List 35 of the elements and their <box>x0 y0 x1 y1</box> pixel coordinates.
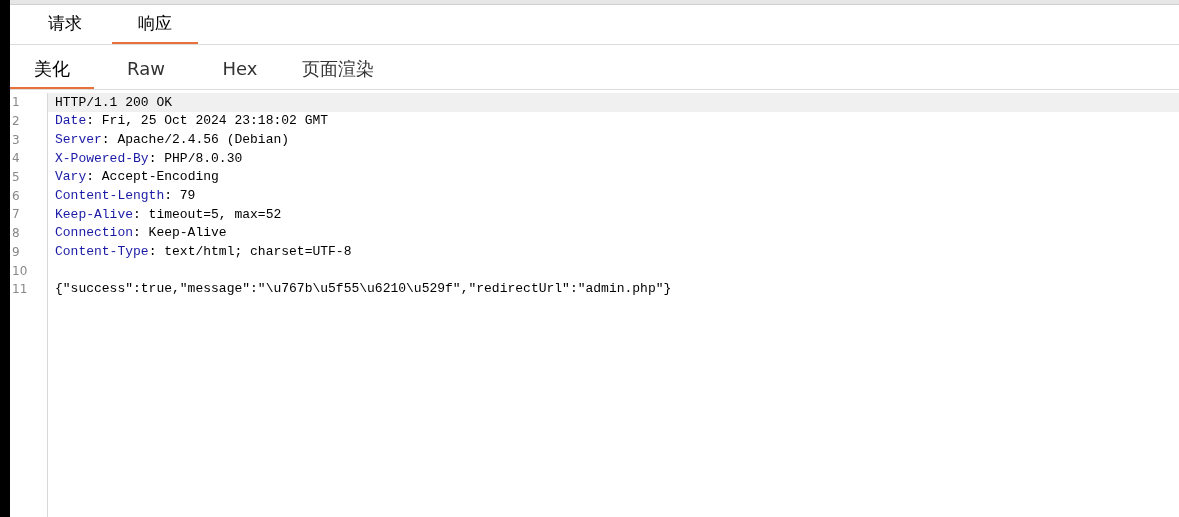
line-number: 4 <box>12 150 20 168</box>
line-number: 8 <box>12 225 20 243</box>
tab[interactable]: Raw <box>104 49 188 89</box>
header-value: : Accept-Encoding <box>86 168 219 187</box>
header-value: : 79 <box>164 187 196 206</box>
line-number: 5 <box>12 169 20 187</box>
header-name: Vary <box>55 168 87 187</box>
line-number: 11 <box>12 281 28 299</box>
line-number: 3 <box>12 131 20 149</box>
line-number: 6 <box>12 187 20 205</box>
header-name: X-Powered-By <box>55 149 149 168</box>
header-name: Server <box>55 130 102 149</box>
tab[interactable]: 响应 <box>112 6 198 44</box>
line-number: 2 <box>12 113 20 131</box>
line-number: 7 <box>12 206 20 224</box>
line-number: 9 <box>12 243 20 261</box>
header-value: : Fri, 25 Oct 2024 23:18:02 GMT <box>86 112 329 131</box>
header-name: Date <box>55 112 87 131</box>
header-value: : Apache/2.4.56 (Debian) <box>101 130 290 149</box>
tab[interactable]: 美化 <box>10 49 94 89</box>
code-text: HTTP/1.1 200 OK <box>55 93 173 112</box>
line-number: 10 <box>12 262 28 280</box>
header-value: : text/html; charset=UTF-8 <box>148 243 352 262</box>
code-text: {"success":true,"message":"\u767b\u5f55\u6210\u529f","redirectUrl":"admin.php"} <box>55 280 672 299</box>
header-name: Content-Type <box>55 243 149 262</box>
header-value: : timeout=5, max=52 <box>133 205 282 224</box>
line-number: 1 <box>12 94 20 112</box>
header-name: Keep-Alive <box>55 205 133 224</box>
header-name: Connection <box>55 224 133 243</box>
header-name: Content-Length <box>55 187 165 206</box>
tab[interactable]: 请求 <box>22 6 108 44</box>
tab[interactable]: Hex <box>198 49 282 89</box>
header-value: : PHP/8.0.30 <box>148 149 243 168</box>
tab[interactable]: 页面渲染 <box>292 49 384 89</box>
header-value: : Keep-Alive <box>133 224 227 243</box>
